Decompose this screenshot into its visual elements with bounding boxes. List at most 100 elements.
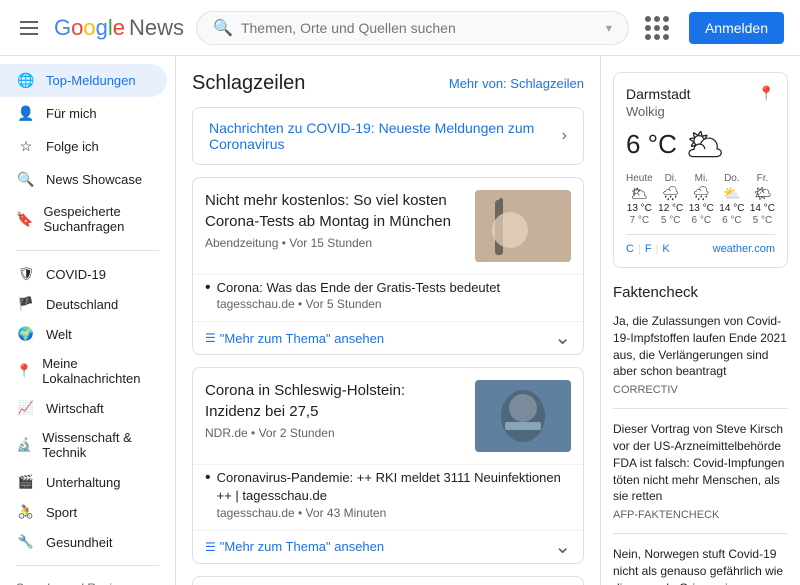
chart-icon: 📈 (16, 400, 36, 416)
forecast-label: Mi. (695, 173, 708, 184)
forecast-di: Di. 🌧 12 °C 5 °C (658, 173, 683, 226)
forecast-low: 5 °C (753, 215, 773, 226)
news-sub-title[interactable]: Corona: Was das Ende der Gratis-Tests be… (217, 279, 501, 297)
news-sub-title[interactable]: Coronavirus-Pandemie: ++ RKI meldet 3111… (217, 469, 571, 505)
forecast-low: 7 °C (630, 215, 650, 226)
sidebar-item-wirtschaft[interactable]: 📈 Wirtschaft (0, 393, 167, 423)
star-icon: ☆ (16, 138, 36, 155)
chevron-down-icon: ▾ (606, 21, 612, 35)
shield-icon: 🛡 (16, 266, 36, 282)
search-icon: 🔍 (213, 18, 233, 38)
apps-grid-icon[interactable] (641, 12, 673, 44)
forecast-icon: 🌤 (754, 185, 772, 202)
location-pin-icon[interactable]: 📍 (758, 85, 775, 102)
sidebar-item-label: Gesundheit (46, 535, 113, 550)
search-bar[interactable]: 🔍 ▾ (196, 11, 629, 45)
sidebar-item-wissenschaft[interactable]: 🔬 Wissenschaft & Technik (0, 423, 167, 467)
forecast-high: 12 °C (658, 203, 683, 214)
weather-condition: Wolkig (626, 104, 775, 119)
more-link[interactable]: Mehr von: Schlagzeilen (449, 76, 584, 91)
chevron-right-icon: › (562, 127, 567, 145)
bullet-icon: • (205, 280, 211, 296)
sidebar-item-label: Top-Meldungen (46, 73, 136, 88)
news-card-title[interactable]: Corona in Schleswig-Holstein: Inzidenz b… (205, 380, 463, 422)
sidebar-item-top-meldungen[interactable]: 🌐 Top-Meldungen (0, 64, 167, 97)
sidebar-item-label: Sport (46, 505, 77, 520)
language-region-label: Sprache und Region (16, 578, 159, 585)
forecast-icon: ⛅ (723, 185, 740, 202)
forecast-do: Do. ⛅ 14 °C 6 °C (719, 173, 744, 226)
forecast-high: 14 °C (719, 203, 744, 214)
sidebar-item-label: COVID-19 (46, 267, 106, 282)
sidebar-item-news-showcase[interactable]: 🔍 News Showcase (0, 163, 167, 196)
right-panel: Darmstadt 📍 Wolkig 6 °C 🌥 Heute 🌥 13 °C … (600, 56, 800, 585)
faktencheck-item-1: Dieser Vortrag von Steve Kirsch vor der … (613, 421, 788, 534)
forecast-label: Fr. (757, 173, 769, 184)
header-right: Anmelden (641, 12, 784, 44)
sidebar-item-unterhaltung[interactable]: 🎬 Unterhaltung (0, 467, 167, 497)
weather-city: Darmstadt (626, 86, 691, 102)
faktencheck-text[interactable]: Nein, Norwegen stuft Covid-19 nicht als … (613, 546, 788, 585)
expand-icon[interactable]: ⌄ (554, 537, 571, 557)
mehr-link-0[interactable]: ☰ "Mehr zum Thema" ansehen (205, 331, 384, 346)
news-card-source: NDR.de • Vor 2 Stunden (205, 426, 463, 440)
sidebar-item-label: Folge ich (46, 139, 99, 154)
top-story-link: Nachrichten zu COVID-19: Neueste Meldung… (209, 120, 554, 152)
mehr-link-1[interactable]: ☰ "Mehr zum Thema" ansehen (205, 539, 384, 554)
faktencheck-text[interactable]: Dieser Vortrag von Steve Kirsch vor der … (613, 421, 788, 505)
sidebar-item-lokalnachrichten[interactable]: 📍 Meine Lokalnachrichten (0, 349, 167, 393)
sidebar-item-fuer-mich[interactable]: 👤 Für mich (0, 97, 167, 130)
list-icon: ☰ (205, 331, 216, 345)
sidebar-item-label: Für mich (46, 106, 97, 121)
expand-icon[interactable]: ⌄ (554, 328, 571, 348)
forecast-low: 5 °C (661, 215, 681, 226)
sidebar-item-label: Deutschland (46, 297, 118, 312)
bullet-icon: • (205, 470, 211, 486)
weather-main-icon: 🌥 (685, 125, 726, 163)
sidebar-item-sport[interactable]: 🚴 Sport (0, 497, 167, 527)
bookmark-icon: 🔖 (16, 211, 33, 228)
forecast-label: Do. (724, 173, 740, 184)
forecast-icon: 🌧 (692, 185, 710, 202)
faktencheck-text[interactable]: Ja, die Zulassungen von Covid-19-Impfsto… (613, 313, 788, 380)
sidebar-item-gespeicherte[interactable]: 🔖 Gespeicherte Suchanfragen (0, 196, 167, 242)
sidebar-item-deutschland[interactable]: 🏴 Deutschland (0, 289, 167, 319)
weather-temp: 6 °C (626, 129, 677, 160)
world-icon: 🌍 (16, 326, 36, 342)
weather-widget: Darmstadt 📍 Wolkig 6 °C 🌥 Heute 🌥 13 °C … (613, 72, 788, 268)
news-card-1: Corona in Schleswig-Holstein: Inzidenz b… (192, 367, 584, 563)
news-card-2: Bundestagswahl: SPD, Grüne und FDP start… (192, 576, 584, 585)
scale-k[interactable]: K (662, 243, 669, 255)
weather-link[interactable]: weather.com (713, 243, 775, 255)
sport-icon: 🚴 (16, 504, 36, 520)
showcase-icon: 🔍 (16, 171, 36, 188)
sidebar-item-label: Wirtschaft (46, 401, 104, 416)
signin-button[interactable]: Anmelden (689, 12, 784, 44)
sidebar-item-label: News Showcase (46, 172, 142, 187)
scale-c[interactable]: C (626, 243, 634, 255)
forecast-low: 6 °C (722, 215, 742, 226)
forecast-icon: 🌥 (630, 185, 648, 202)
scale-f[interactable]: F (645, 243, 652, 255)
menu-button[interactable] (16, 17, 42, 39)
forecast-heute: Heute 🌥 13 °C 7 °C (626, 173, 653, 226)
list-icon: ☰ (205, 540, 216, 554)
news-card-source: Abendzeitung • Vor 15 Stunden (205, 236, 463, 250)
news-card-image (475, 190, 571, 262)
sidebar-item-folge-ich[interactable]: ☆ Folge ich (0, 130, 167, 163)
sidebar-item-welt[interactable]: 🌍 Welt (0, 319, 167, 349)
search-input[interactable] (241, 20, 598, 36)
sidebar-item-gesundheit[interactable]: 🔧 Gesundheit (0, 527, 167, 557)
faktencheck-title: Faktencheck (613, 284, 788, 301)
health-icon: 🔧 (16, 534, 36, 550)
forecast-mi: Mi. 🌧 13 °C 6 °C (689, 173, 714, 226)
news-card-title[interactable]: Nicht mehr kostenlos: So viel kosten Cor… (205, 190, 463, 232)
faktencheck-item-0: Ja, die Zulassungen von Covid-19-Impfsto… (613, 313, 788, 409)
news-sub-source: tagesschau.de • Vor 43 Minuten (217, 506, 571, 520)
globe-icon: 🌐 (16, 72, 36, 89)
top-story-card[interactable]: Nachrichten zu COVID-19: Neueste Meldung… (192, 107, 584, 165)
sidebar-item-covid19[interactable]: 🛡 COVID-19 (0, 259, 167, 289)
sidebar-item-label: Wissenschaft & Technik (42, 430, 151, 460)
forecast-high: 13 °C (627, 203, 652, 214)
news-card-0: Nicht mehr kostenlos: So viel kosten Cor… (192, 177, 584, 355)
